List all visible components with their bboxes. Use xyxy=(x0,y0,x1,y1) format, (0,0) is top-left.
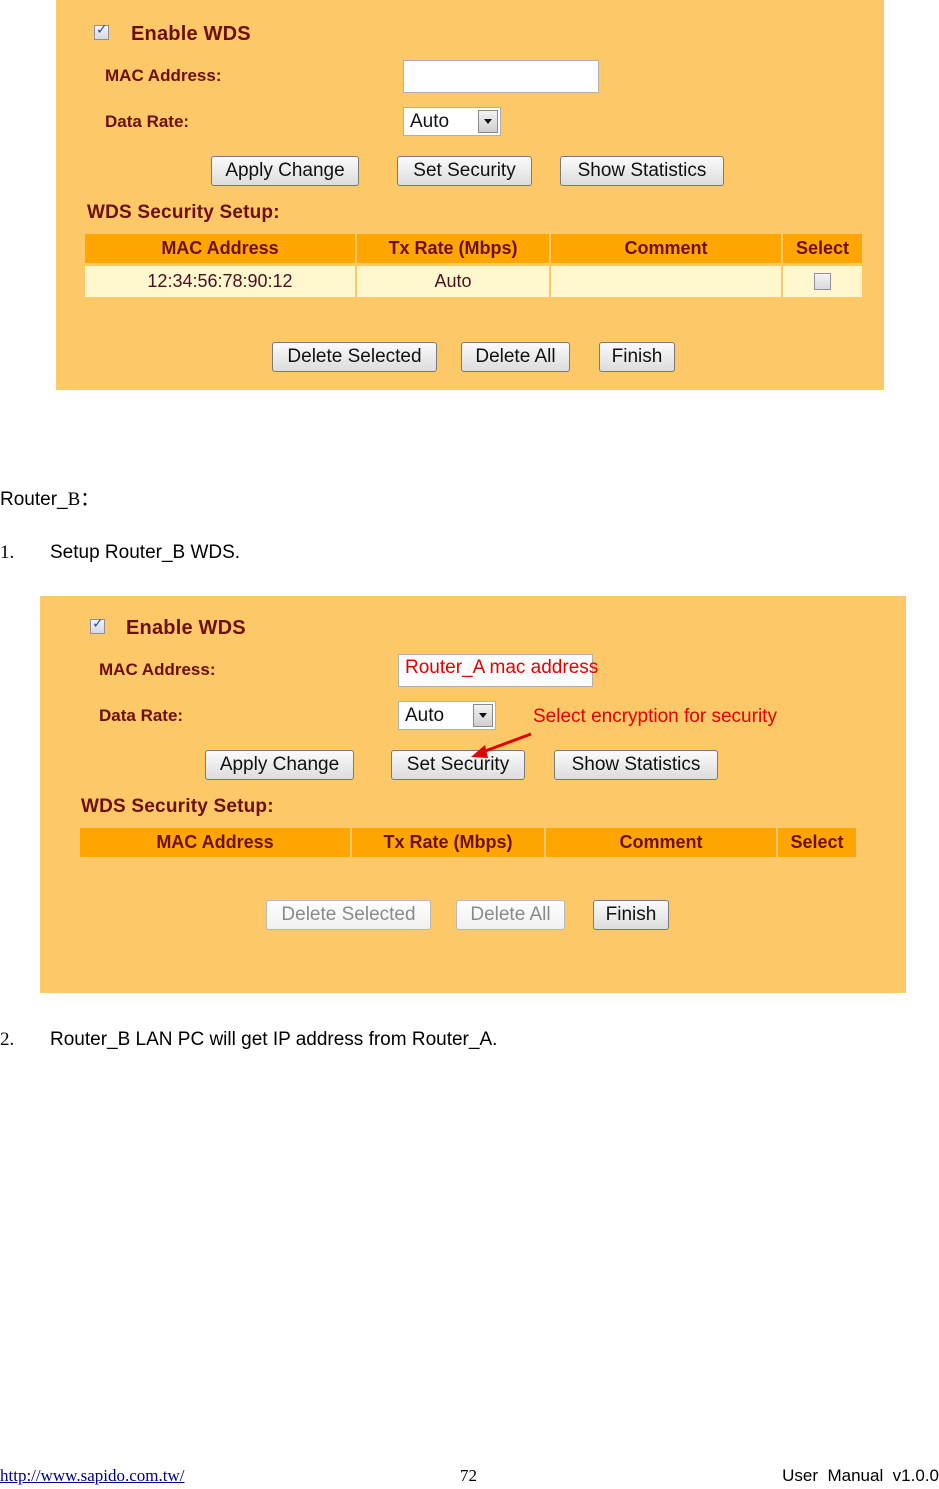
delete-selected-button[interactable]: Delete Selected xyxy=(266,900,431,930)
column-header-select: Select xyxy=(778,828,856,857)
wds-settings-panel-b: ✓ Enable WDS MAC Address: Data Rate: Aut… xyxy=(40,596,906,993)
table-row-mac: 12:34:56:78:90:12 xyxy=(85,266,355,297)
data-rate-value: Auto xyxy=(405,705,445,726)
set-security-button[interactable]: Set Security xyxy=(391,750,525,780)
router-b-heading-colon: ： xyxy=(80,489,100,510)
column-header-tx-rate: Tx Rate (Mbps) xyxy=(357,234,549,263)
router-b-heading-letter: B xyxy=(67,489,81,510)
mac-address-input[interactable] xyxy=(403,60,599,93)
enable-wds-label: Enable WDS xyxy=(131,23,251,45)
wds-security-setup-title: WDS Security Setup: xyxy=(87,202,280,223)
checkmark-icon: ✓ xyxy=(92,616,104,632)
enable-wds-checkbox[interactable]: ✓ xyxy=(94,22,109,40)
finish-button[interactable]: Finish xyxy=(593,900,669,930)
wds-settings-panel-a: ✓ Enable WDS MAC Address: Data Rate: Aut… xyxy=(56,0,884,390)
delete-selected-button[interactable]: Delete Selected xyxy=(272,342,437,372)
show-statistics-button[interactable]: Show Statistics xyxy=(560,156,724,186)
column-header-comment: Comment xyxy=(546,828,776,857)
router-b-heading: Router_B： xyxy=(0,484,99,511)
table-row-select-cell xyxy=(783,266,862,297)
router-a-mac-annotation: Router_A mac address xyxy=(405,657,599,678)
delete-all-button[interactable]: Delete All xyxy=(456,900,565,930)
table-row-comment xyxy=(551,266,781,297)
step-1-text: Setup Router_B WDS. xyxy=(50,542,241,563)
column-header-select: Select xyxy=(783,234,862,263)
column-header-mac-address: MAC Address xyxy=(80,828,350,857)
apply-change-button[interactable]: Apply Change xyxy=(205,750,354,780)
apply-change-button[interactable]: Apply Change xyxy=(211,156,359,186)
step-1-number: 1. xyxy=(0,542,15,563)
delete-all-button[interactable]: Delete All xyxy=(461,342,570,372)
enable-wds-checkbox[interactable]: ✓ xyxy=(90,616,105,634)
router-b-heading-prefix: Router_ xyxy=(0,489,68,510)
wds-security-setup-title: WDS Security Setup: xyxy=(81,796,274,817)
column-header-tx-rate: Tx Rate (Mbps) xyxy=(352,828,544,857)
page-number: 72 xyxy=(460,1466,477,1485)
data-rate-label: Data Rate: xyxy=(99,706,184,725)
manual-version: User Manual v1.0.0 xyxy=(782,1466,939,1485)
mac-address-label: MAC Address: xyxy=(105,66,222,85)
chevron-down-icon[interactable] xyxy=(473,704,493,727)
step-2-number: 2. xyxy=(0,1029,15,1050)
data-rate-label: Data Rate: xyxy=(105,112,190,131)
finish-button[interactable]: Finish xyxy=(599,342,675,372)
column-header-comment: Comment xyxy=(551,234,781,263)
row-select-checkbox[interactable] xyxy=(814,273,831,290)
set-security-button[interactable]: Set Security xyxy=(397,156,532,186)
footer-url-link[interactable]: http://www.sapido.com.tw/ xyxy=(0,1466,184,1485)
enable-wds-label: Enable WDS xyxy=(126,617,246,639)
footer-url-container: http://www.sapido.com.tw/ xyxy=(0,1466,184,1486)
data-rate-select[interactable]: Auto xyxy=(398,701,496,730)
mac-address-label: MAC Address: xyxy=(99,660,216,679)
chevron-down-icon[interactable] xyxy=(478,110,498,133)
data-rate-value: Auto xyxy=(410,111,450,132)
checkmark-icon: ✓ xyxy=(96,22,108,38)
data-rate-select[interactable]: Auto xyxy=(403,107,501,136)
security-annotation: Select encryption for security xyxy=(533,706,777,727)
step-2-text: Router_B LAN PC will get IP address from… xyxy=(50,1029,498,1050)
column-header-mac-address: MAC Address xyxy=(85,234,355,263)
table-row-tx-rate: Auto xyxy=(357,266,549,297)
show-statistics-button[interactable]: Show Statistics xyxy=(554,750,718,780)
